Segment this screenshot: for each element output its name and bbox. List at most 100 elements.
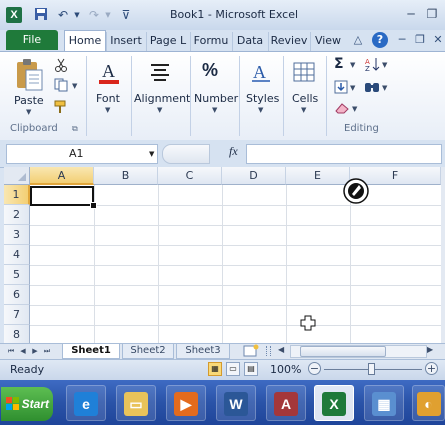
alignment-button[interactable] <box>148 60 172 87</box>
row-header-3[interactable]: 3 <box>4 225 30 245</box>
cut-icon[interactable] <box>54 58 68 75</box>
workbook-close-icon[interactable]: ✕ <box>430 32 445 48</box>
calculator-taskbar-button[interactable]: ▦ <box>364 385 404 421</box>
help-icon[interactable]: ? <box>372 32 388 48</box>
clear-dropdown-icon[interactable]: ▼ <box>352 105 357 113</box>
formula-input[interactable] <box>246 144 442 164</box>
sort-filter-icon[interactable]: AZ <box>364 56 380 75</box>
copy-dropdown-icon[interactable]: ▼ <box>72 82 77 90</box>
excel-app-icon[interactable]: X <box>6 7 22 23</box>
insert-function-button[interactable]: fx <box>229 144 238 159</box>
save-icon[interactable] <box>33 7 49 23</box>
fill-dropdown-icon[interactable]: ▼ <box>350 84 355 92</box>
font-button[interactable]: A <box>97 60 121 89</box>
formula-bar-handle[interactable] <box>162 144 210 164</box>
paste-dropdown-icon[interactable]: ▼ <box>26 108 31 116</box>
fill-icon[interactable] <box>334 80 348 97</box>
scroll-right-icon[interactable]: ▶ <box>427 345 433 354</box>
sheet-tab-sheet1[interactable]: Sheet1 <box>62 344 120 359</box>
tab-formulas[interactable]: Formu <box>190 32 231 51</box>
workbook-minimize-icon[interactable]: ─ <box>394 32 410 48</box>
clear-icon[interactable] <box>334 102 350 117</box>
number-format-icon[interactable]: % <box>202 60 218 81</box>
redo-dropdown-icon[interactable]: ▼ <box>100 7 116 23</box>
normal-view-icon[interactable]: ▦ <box>208 362 222 376</box>
name-box-dropdown-icon[interactable]: ▼ <box>149 145 154 163</box>
autosum-icon[interactable]: Σ <box>334 56 344 72</box>
start-button[interactable]: Start <box>1 387 53 421</box>
tab-data[interactable]: Data <box>232 32 267 51</box>
autosum-dropdown-icon[interactable]: ▼ <box>350 61 355 69</box>
sheet-tab-sheet2[interactable]: Sheet2 <box>122 344 174 359</box>
find-select-icon[interactable] <box>364 80 380 97</box>
first-sheet-icon[interactable]: ⏮ <box>6 345 16 357</box>
clipboard-launcher-icon[interactable]: ⧉ <box>72 124 78 134</box>
scroll-left-icon[interactable]: ◀ <box>278 345 284 354</box>
tab-home[interactable]: Home <box>64 30 106 52</box>
cells-dropdown-icon[interactable]: ▼ <box>301 106 306 114</box>
paste-label[interactable]: Paste <box>14 94 44 107</box>
cells-button[interactable] <box>292 60 316 87</box>
fill-handle[interactable] <box>90 202 97 209</box>
alignment-dropdown-icon[interactable]: ▼ <box>157 106 162 114</box>
next-sheet-icon[interactable]: ▶ <box>30 345 40 357</box>
styles-dropdown-icon[interactable]: ▼ <box>258 106 263 114</box>
row-header-5[interactable]: 5 <box>4 265 30 285</box>
access-taskbar-button[interactable]: A <box>266 385 306 421</box>
find-dropdown-icon[interactable]: ▼ <box>382 84 387 92</box>
column-header-e[interactable]: E <box>286 167 350 185</box>
sheet-tab-sheet3[interactable]: Sheet3 <box>176 344 230 359</box>
tab-file[interactable]: File <box>6 30 58 50</box>
media-player-taskbar-button[interactable]: ▶ <box>166 385 206 421</box>
column-header-b[interactable]: B <box>94 167 158 185</box>
excel-taskbar-button[interactable]: X <box>314 385 354 421</box>
sort-dropdown-icon[interactable]: ▼ <box>382 61 387 69</box>
column-header-a[interactable]: A <box>30 167 94 185</box>
tab-view[interactable]: View <box>310 32 345 51</box>
file-explorer-taskbar-button[interactable]: ▭ <box>116 385 156 421</box>
row-header-7[interactable]: 7 <box>4 305 30 325</box>
zoom-in-button[interactable]: + <box>425 362 438 375</box>
worksheet-grid[interactable]: A B C D E F 1 2 3 4 5 6 7 8 <box>4 167 441 343</box>
last-sheet-icon[interactable]: ⏭ <box>42 345 52 357</box>
paste-button[interactable] <box>14 58 44 95</box>
undo-dropdown-icon[interactable]: ▼ <box>69 7 85 23</box>
horizontal-scroll-thumb[interactable] <box>300 346 386 357</box>
tab-insert[interactable]: Insert <box>106 32 145 51</box>
tab-review[interactable]: Reviev <box>268 32 309 51</box>
name-box[interactable]: A1 ▼ <box>6 144 158 164</box>
zoom-out-button[interactable]: − <box>308 362 321 375</box>
restore-icon[interactable]: ❐ <box>424 6 440 22</box>
zoom-level[interactable]: 100% <box>270 363 301 376</box>
row-header-1[interactable]: 1 <box>4 185 30 205</box>
styles-button[interactable]: A <box>249 60 273 89</box>
number-dropdown-icon[interactable]: ▼ <box>212 106 217 114</box>
word-taskbar-button[interactable]: W <box>216 385 256 421</box>
styles-label[interactable]: Styles <box>246 92 279 105</box>
row-header-2[interactable]: 2 <box>4 205 30 225</box>
row-header-4[interactable]: 4 <box>4 245 30 265</box>
page-layout-view-icon[interactable]: ▭ <box>226 362 240 376</box>
collapse-ribbon-icon[interactable]: △ <box>350 32 366 48</box>
copy-icon[interactable] <box>54 78 70 95</box>
number-label[interactable]: Number <box>194 92 238 105</box>
alignment-label[interactable]: Alignment <box>134 92 190 105</box>
tab-split-handle[interactable] <box>266 346 271 356</box>
customize-quick-access-icon[interactable]: ⊽ <box>118 7 134 23</box>
ie-taskbar-button[interactable]: e <box>66 385 106 421</box>
row-header-8[interactable]: 8 <box>4 325 30 343</box>
select-all-corner[interactable] <box>4 167 30 185</box>
tab-page-layout[interactable]: Page L <box>146 32 189 51</box>
workbook-restore-icon[interactable]: ❐ <box>412 32 428 48</box>
minimize-icon[interactable]: ─ <box>403 6 419 22</box>
paint-taskbar-button[interactable]: ◐ <box>412 385 445 421</box>
font-label[interactable]: Font <box>96 92 120 105</box>
vertical-scrollbar[interactable] <box>441 167 445 343</box>
zoom-slider-thumb[interactable] <box>368 363 375 375</box>
column-header-c[interactable]: C <box>158 167 222 185</box>
cells-label[interactable]: Cells <box>292 92 318 105</box>
row-header-6[interactable]: 6 <box>4 285 30 305</box>
page-break-view-icon[interactable]: ▤ <box>244 362 258 376</box>
column-header-d[interactable]: D <box>222 167 286 185</box>
format-painter-icon[interactable] <box>54 100 70 117</box>
